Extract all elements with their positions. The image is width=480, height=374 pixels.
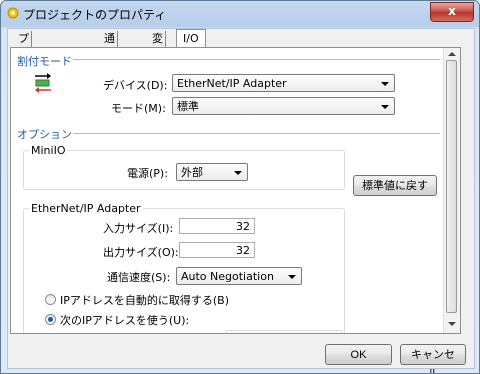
radio-manual-ip[interactable] bbox=[45, 314, 56, 325]
app-icon bbox=[7, 7, 19, 19]
chevron-down-icon bbox=[288, 275, 296, 279]
speed-select[interactable]: Auto Negotiation bbox=[176, 267, 302, 285]
window-title: プロジェクトのプロパティ bbox=[23, 8, 167, 22]
assignment-heading: 割付モード bbox=[17, 55, 72, 68]
chevron-down-icon bbox=[234, 171, 242, 175]
close-button[interactable]: x bbox=[430, 2, 474, 22]
tab-variables[interactable]: 変数 bbox=[150, 31, 166, 61]
dialog-client: プロジェクト情報 通信設定 変数 I/O 割付モード デバイス(D): Ethe… bbox=[7, 28, 475, 373]
options-heading: オプション bbox=[17, 128, 72, 141]
output-size-field[interactable]: 32 bbox=[179, 242, 255, 258]
tab-comm-settings[interactable]: 通信設定 bbox=[102, 31, 118, 93]
ethernet-group-title: EtherNet/IP Adapter bbox=[29, 202, 143, 215]
tab-io[interactable]: I/O bbox=[176, 29, 206, 48]
scroll-down-icon[interactable] bbox=[448, 322, 456, 326]
scrollbar-thumb[interactable] bbox=[446, 60, 457, 313]
scroll-up-icon[interactable] bbox=[448, 52, 456, 56]
speed-select-value: Auto Negotiation bbox=[181, 270, 274, 283]
input-size-field[interactable]: 32 bbox=[179, 218, 255, 234]
mode-label: モード(M): bbox=[111, 102, 166, 115]
radio-auto-ip[interactable] bbox=[45, 294, 56, 305]
power-select-value: 外部 bbox=[181, 166, 203, 179]
device-select-value: EtherNet/IP Adapter bbox=[177, 77, 287, 90]
io-map-icon bbox=[35, 73, 51, 93]
speed-label: 通信速度(S): bbox=[107, 271, 171, 284]
device-select[interactable]: EtherNet/IP Adapter bbox=[172, 74, 395, 92]
ip-address-group bbox=[225, 330, 343, 333]
chevron-down-icon bbox=[381, 82, 389, 86]
io-page: 割付モード デバイス(D): EtherNet/IP Adapter モード(M… bbox=[10, 47, 461, 334]
device-label: デバイス(D): bbox=[103, 79, 168, 92]
tab-project-info[interactable]: プロジェクト情報 bbox=[16, 31, 32, 157]
power-label: 電源(P): bbox=[127, 167, 168, 180]
radio-auto-ip-label[interactable]: IPアドレスを自動的に取得する(B) bbox=[60, 292, 229, 308]
mode-select[interactable]: 標準 bbox=[172, 97, 395, 115]
radio-manual-ip-label[interactable]: 次のIPアドレスを使う(U): bbox=[60, 312, 189, 328]
chevron-down-icon bbox=[381, 105, 389, 109]
title-bar[interactable]: プロジェクトのプロパティ x bbox=[1, 1, 479, 27]
power-select[interactable]: 外部 bbox=[176, 163, 248, 181]
miniio-group-title: MiniIO bbox=[29, 144, 68, 157]
options-divider bbox=[73, 133, 440, 134]
restore-defaults-button[interactable]: 標準値に戻す bbox=[353, 175, 437, 196]
output-size-label: 出力サイズ(O): bbox=[103, 246, 179, 259]
vertical-scrollbar[interactable] bbox=[443, 48, 460, 333]
ok-button[interactable]: OK bbox=[325, 344, 392, 365]
cancel-button[interactable]: キャンセル bbox=[400, 344, 466, 373]
input-size-label: 入力サイズ(I): bbox=[103, 222, 174, 235]
mode-select-value: 標準 bbox=[177, 100, 199, 113]
dialog-window: プロジェクトのプロパティ x プロジェクト情報 通信設定 変数 I/O 割付モー… bbox=[0, 0, 480, 374]
assignment-divider bbox=[73, 59, 440, 60]
